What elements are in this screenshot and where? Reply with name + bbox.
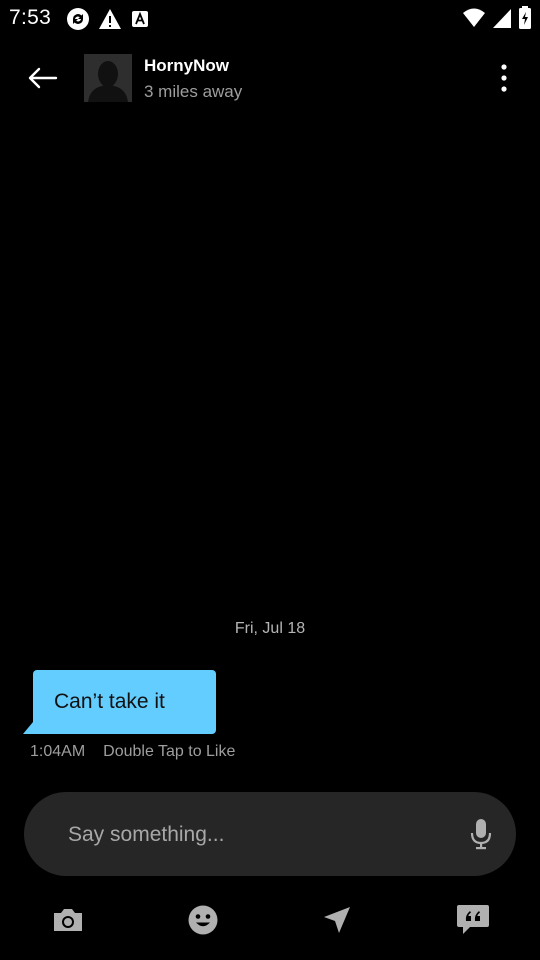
bubble-tail bbox=[23, 722, 33, 734]
autofill-icon bbox=[130, 9, 150, 34]
default-profile-silhouette-icon bbox=[84, 54, 132, 102]
chat-header: HornyNow 3 miles away bbox=[0, 36, 540, 120]
bottom-toolbar bbox=[0, 890, 540, 946]
camera-icon bbox=[54, 909, 82, 931]
cell-signal-icon bbox=[492, 7, 512, 34]
compose-box bbox=[24, 792, 516, 878]
quick-phrases-button[interactable] bbox=[453, 900, 493, 940]
more-options-button[interactable] bbox=[488, 58, 520, 98]
date-divider: Fri, Jul 18 bbox=[234, 620, 306, 637]
sync-icon bbox=[66, 7, 90, 36]
avatar[interactable] bbox=[84, 54, 132, 102]
warning-icon bbox=[98, 8, 122, 35]
status-icons-left bbox=[66, 7, 150, 36]
emoji-icon bbox=[188, 905, 218, 935]
quick-phrases-icon bbox=[457, 905, 489, 934]
microphone-icon bbox=[470, 819, 492, 850]
back-arrow-icon bbox=[28, 67, 58, 89]
emoji-button[interactable] bbox=[183, 900, 223, 940]
send-location-button[interactable] bbox=[317, 900, 357, 940]
profile-distance: 3 miles away bbox=[144, 82, 243, 101]
message-text: Can’t take it bbox=[54, 690, 165, 713]
status-bar: 7:53 bbox=[0, 0, 540, 36]
send-location-icon bbox=[324, 907, 350, 933]
message-input[interactable] bbox=[66, 792, 450, 878]
message-bubble[interactable]: Can’t take it bbox=[23, 670, 216, 734]
profile-name[interactable]: HornyNow bbox=[144, 56, 229, 76]
camera-button[interactable] bbox=[48, 900, 88, 940]
more-vertical-icon bbox=[501, 64, 507, 92]
status-time: 7:53 bbox=[9, 6, 52, 29]
battery-icon bbox=[518, 6, 532, 35]
message-timestamp: 1:04AM bbox=[30, 743, 86, 760]
double-tap-hint: Double Tap to Like bbox=[103, 743, 236, 760]
message-meta: 1:04AM Double Tap to Like bbox=[30, 743, 235, 761]
status-icons-right bbox=[462, 6, 532, 35]
voice-message-button[interactable] bbox=[468, 816, 494, 852]
back-button[interactable] bbox=[20, 58, 64, 98]
wifi-icon bbox=[462, 7, 486, 34]
